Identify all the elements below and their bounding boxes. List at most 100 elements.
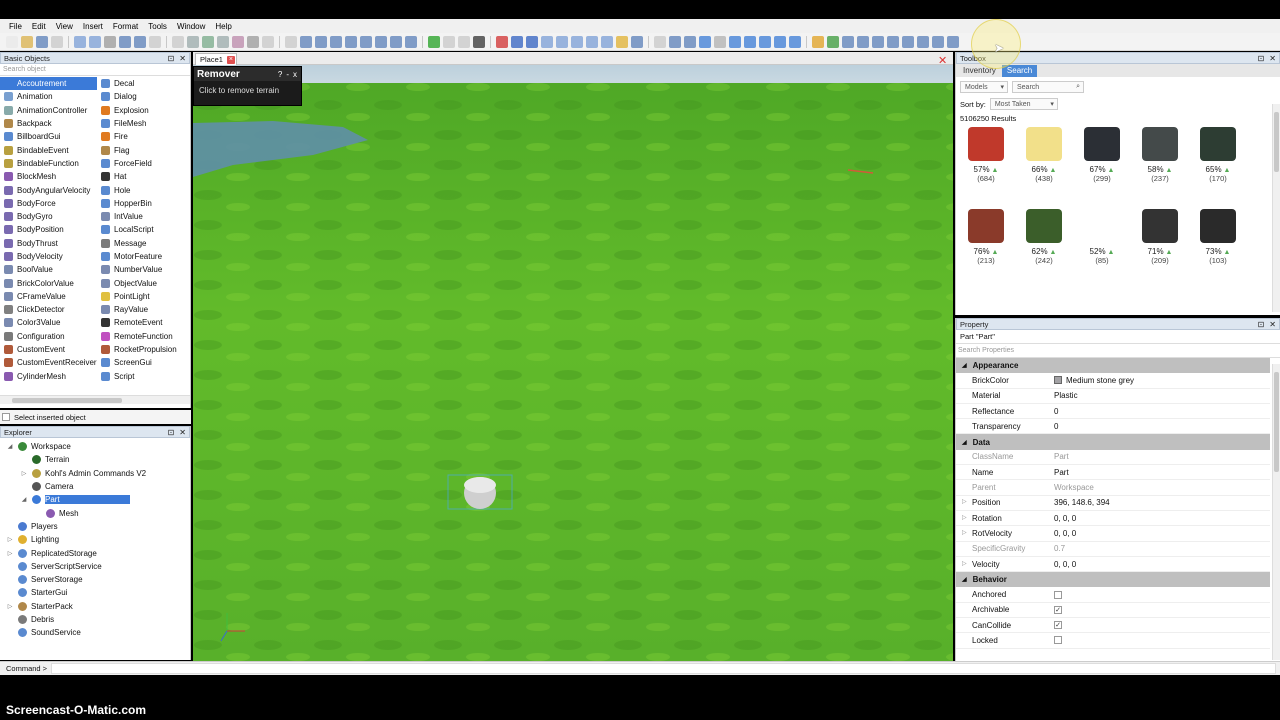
basic-object-cframevalue[interactable]: CFrameValue bbox=[0, 290, 97, 303]
toolbar-button-icon[interactable] bbox=[654, 35, 666, 48]
collapse-arrow-icon[interactable]: ◢ bbox=[962, 439, 967, 446]
model-thumbnail[interactable] bbox=[1084, 209, 1120, 243]
model-item[interactable]: 65% ▲ (170) bbox=[1190, 127, 1246, 205]
anchored-checkbox[interactable] bbox=[1054, 590, 1062, 599]
menu-view[interactable]: View bbox=[51, 22, 78, 31]
toolbar-button-icon[interactable] bbox=[714, 35, 726, 48]
basic-object-numbervalue[interactable]: NumberValue bbox=[97, 263, 185, 276]
property-row-transparency[interactable]: Transparency 0 bbox=[956, 419, 1270, 435]
toolbar-button-icon[interactable] bbox=[511, 35, 523, 48]
property-row-archivable[interactable]: Archivable ✓ bbox=[956, 603, 1270, 619]
explorer-node-players[interactable]: Players bbox=[0, 520, 190, 533]
basic-object-customeventreceiver[interactable]: CustomEventReceiver bbox=[0, 356, 97, 369]
basic-object-hole[interactable]: Hole bbox=[97, 183, 185, 196]
basic-object-color3value[interactable]: Color3Value bbox=[0, 316, 97, 329]
toolbar-button-icon[interactable] bbox=[375, 35, 387, 48]
toolbar-button-icon[interactable] bbox=[887, 35, 899, 48]
toolbar-button-icon[interactable] bbox=[684, 35, 696, 48]
basic-object-decal[interactable]: Decal bbox=[97, 77, 185, 90]
model-thumbnail[interactable] bbox=[1026, 127, 1062, 161]
toolbar-button-icon[interactable] bbox=[601, 35, 613, 48]
property-value[interactable]: Workspace bbox=[1054, 483, 1094, 492]
model-thumbnail[interactable] bbox=[1200, 127, 1236, 161]
explorer-node-lighting[interactable]: ▷ Lighting bbox=[0, 533, 190, 546]
basic-object-motorfeature[interactable]: MotorFeature bbox=[97, 250, 185, 263]
toolbar-button-icon[interactable] bbox=[104, 35, 116, 48]
3d-viewport[interactable] bbox=[193, 65, 953, 661]
model-item[interactable]: 57% ▲ (684) bbox=[958, 127, 1014, 205]
explorer-node-replicatedstorage[interactable]: ▷ ReplicatedStorage bbox=[0, 546, 190, 559]
toolbar-button-icon[interactable] bbox=[744, 35, 756, 48]
explorer-node-serverstorage[interactable]: ServerStorage bbox=[0, 573, 190, 586]
toolbar-button-icon[interactable] bbox=[586, 35, 598, 48]
explorer-node-serverscriptservice[interactable]: ServerScriptService bbox=[0, 560, 190, 573]
explorer-node-debris[interactable]: Debris bbox=[0, 613, 190, 626]
tab-search[interactable]: Search bbox=[1001, 65, 1038, 77]
locked-checkbox[interactable] bbox=[1054, 636, 1062, 645]
explorer-node-kohl-s-admin-commands-v2[interactable]: ▷ Kohl's Admin Commands V2 bbox=[0, 467, 190, 480]
model-item[interactable]: 52% ▲ (85) bbox=[1074, 209, 1130, 287]
model-item[interactable]: 67% ▲ (299) bbox=[1074, 127, 1130, 205]
property-category-appearance[interactable]: ◢ Appearance bbox=[956, 358, 1270, 374]
horizontal-scrollbar[interactable] bbox=[0, 395, 190, 404]
toolbar-button-icon[interactable] bbox=[631, 35, 643, 48]
menu-format[interactable]: Format bbox=[108, 22, 143, 31]
model-thumbnail[interactable] bbox=[1084, 127, 1120, 161]
expand-arrow-icon[interactable]: ▷ bbox=[962, 514, 967, 521]
model-thumbnail[interactable] bbox=[968, 209, 1004, 243]
basic-object-bodythrust[interactable]: BodyThrust bbox=[0, 237, 97, 250]
basic-object-brickcolorvalue[interactable]: BrickColorValue bbox=[0, 276, 97, 289]
basic-object-screengui[interactable]: ScreenGui bbox=[97, 356, 185, 369]
basic-object-dialog[interactable]: Dialog bbox=[97, 90, 185, 103]
basic-object-configuration[interactable]: Configuration bbox=[0, 330, 97, 343]
explorer-node-terrain[interactable]: Terrain bbox=[0, 453, 190, 466]
menu-edit[interactable]: Edit bbox=[27, 22, 51, 31]
collapse-arrow-icon[interactable]: ◢ bbox=[962, 362, 967, 369]
basic-object-script[interactable]: Script bbox=[97, 370, 185, 383]
toolbar-button-icon[interactable] bbox=[21, 35, 33, 48]
explorer-node-workspace[interactable]: ◢ Workspace bbox=[0, 440, 190, 453]
basic-object-customevent[interactable]: CustomEvent bbox=[0, 343, 97, 356]
expand-arrow-icon[interactable]: ▷ bbox=[6, 536, 14, 543]
toolbar-button-icon[interactable] bbox=[119, 35, 131, 48]
properties-scrollbar[interactable] bbox=[1272, 364, 1280, 660]
explorer-node-camera[interactable]: Camera bbox=[0, 480, 190, 493]
toolbar-button-icon[interactable] bbox=[217, 35, 229, 48]
property-row-locked[interactable]: Locked bbox=[956, 633, 1270, 649]
model-item[interactable]: 71% ▲ (209) bbox=[1132, 209, 1188, 287]
basic-object-accoutrement[interactable]: Accoutrement bbox=[0, 77, 97, 91]
basic-object-rocketpropulsion[interactable]: RocketPropulsion bbox=[97, 343, 185, 356]
toolbox-scrollbar[interactable] bbox=[1272, 104, 1280, 312]
toolbar-button-icon[interactable] bbox=[789, 35, 801, 48]
menu-file[interactable]: File bbox=[4, 22, 27, 31]
cancollide-checkbox[interactable]: ✓ bbox=[1054, 621, 1062, 630]
toolbar-button-icon[interactable] bbox=[496, 35, 508, 48]
toolbar-button-icon[interactable] bbox=[345, 35, 357, 48]
expand-arrow-icon[interactable]: ▷ bbox=[6, 603, 14, 610]
collapse-arrow-icon[interactable]: ◢ bbox=[962, 576, 967, 583]
basic-object-localscript[interactable]: LocalScript bbox=[97, 223, 185, 236]
basic-object-bodyangularvelocity[interactable]: BodyAngularVelocity bbox=[0, 183, 97, 196]
toolbar-button-icon[interactable] bbox=[729, 35, 741, 48]
toolbar-button-icon[interactable] bbox=[36, 35, 48, 48]
toolbar-button-icon[interactable] bbox=[262, 35, 274, 48]
toolbar-button-icon[interactable] bbox=[134, 35, 146, 48]
toolbar-button-icon[interactable] bbox=[902, 35, 914, 48]
command-input[interactable] bbox=[51, 663, 1276, 674]
close-button[interactable]: x bbox=[293, 70, 297, 79]
toolbar-button-icon[interactable] bbox=[247, 35, 259, 48]
search-object-input[interactable]: Search object bbox=[0, 64, 190, 76]
close-icon[interactable]: ✕ bbox=[1269, 320, 1276, 329]
pin-icon[interactable]: ⊡ bbox=[1258, 320, 1265, 329]
archivable-checkbox[interactable]: ✓ bbox=[1054, 605, 1062, 614]
basic-object-fire[interactable]: Fire bbox=[97, 130, 185, 143]
pin-icon[interactable]: ⊡ bbox=[168, 54, 175, 63]
property-category-behavior[interactable]: ◢ Behavior bbox=[956, 572, 1270, 588]
toolbar-button-icon[interactable] bbox=[917, 35, 929, 48]
toolbar-button-icon[interactable] bbox=[526, 35, 538, 48]
search-icon[interactable]: ⌕ bbox=[1076, 83, 1080, 91]
toolbar-button-icon[interactable] bbox=[390, 35, 402, 48]
toolbar-button-icon[interactable] bbox=[774, 35, 786, 48]
basic-object-animation[interactable]: Animation bbox=[0, 90, 97, 103]
basic-object-message[interactable]: Message bbox=[97, 237, 185, 250]
